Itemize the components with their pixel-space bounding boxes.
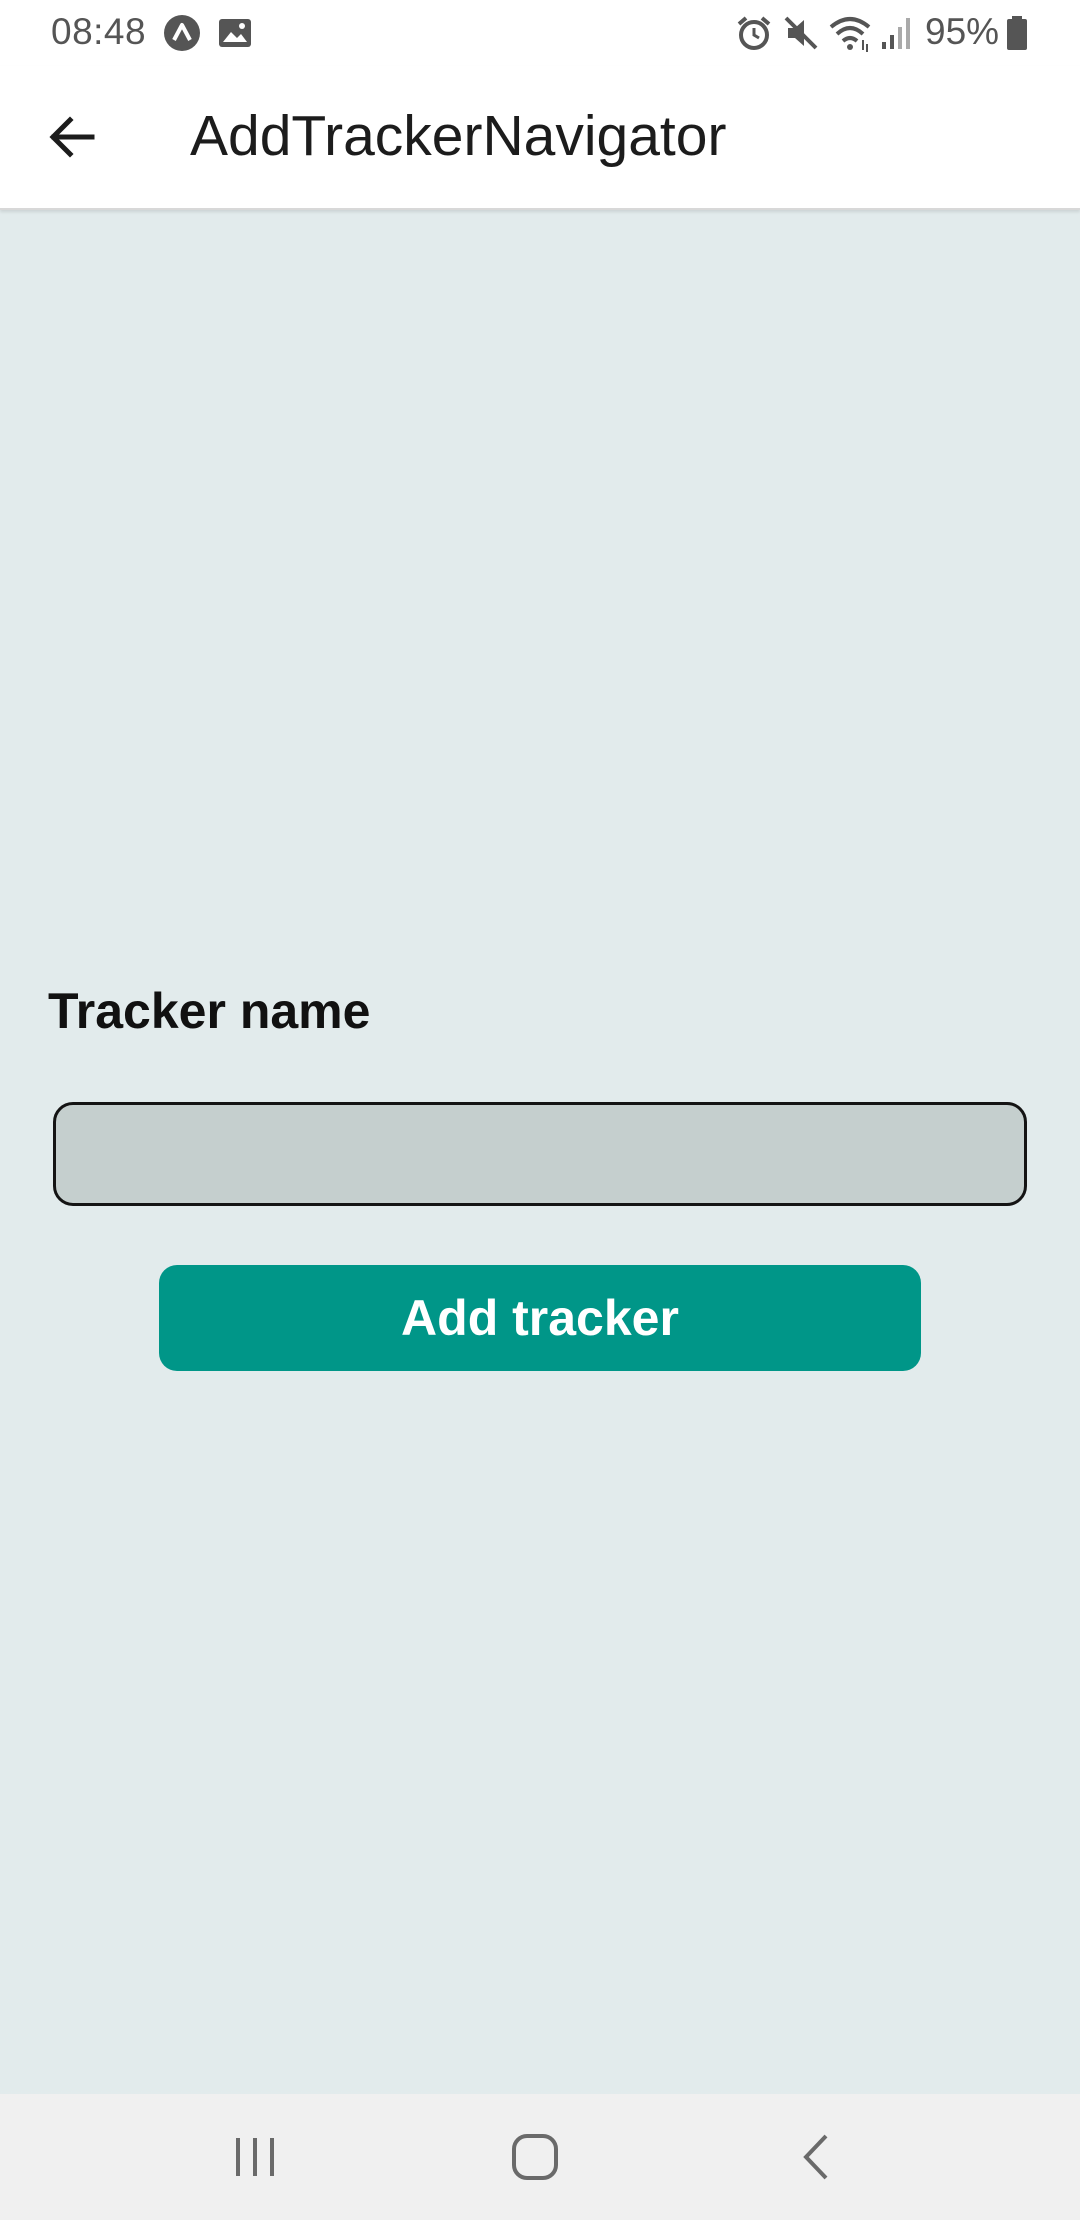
alarm-icon [737,16,771,50]
battery-icon [1007,16,1027,50]
home-icon[interactable] [502,2124,568,2190]
back-icon[interactable] [786,2124,852,2190]
signal-icon [882,18,910,49]
mute-icon [784,16,818,50]
recent-apps-icon[interactable] [222,2124,288,2190]
image-icon [219,19,251,47]
app-notification-icon [164,15,200,51]
add-tracker-button[interactable]: Add tracker [159,1265,921,1371]
status-bar: 08:48 95% [0,0,1080,66]
page-title: AddTrackerNavigator [190,104,727,168]
app-bar: AddTrackerNavigator [0,66,1080,210]
tracker-name-input[interactable] [53,1102,1027,1206]
battery-percentage: 95% [925,11,1000,52]
arrow-left-icon[interactable] [46,111,98,163]
status-time: 08:48 [51,11,147,52]
navigation-bar [0,2094,1080,2220]
tracker-name-label: Tracker name [48,983,371,1039]
wifi-icon [829,17,871,52]
